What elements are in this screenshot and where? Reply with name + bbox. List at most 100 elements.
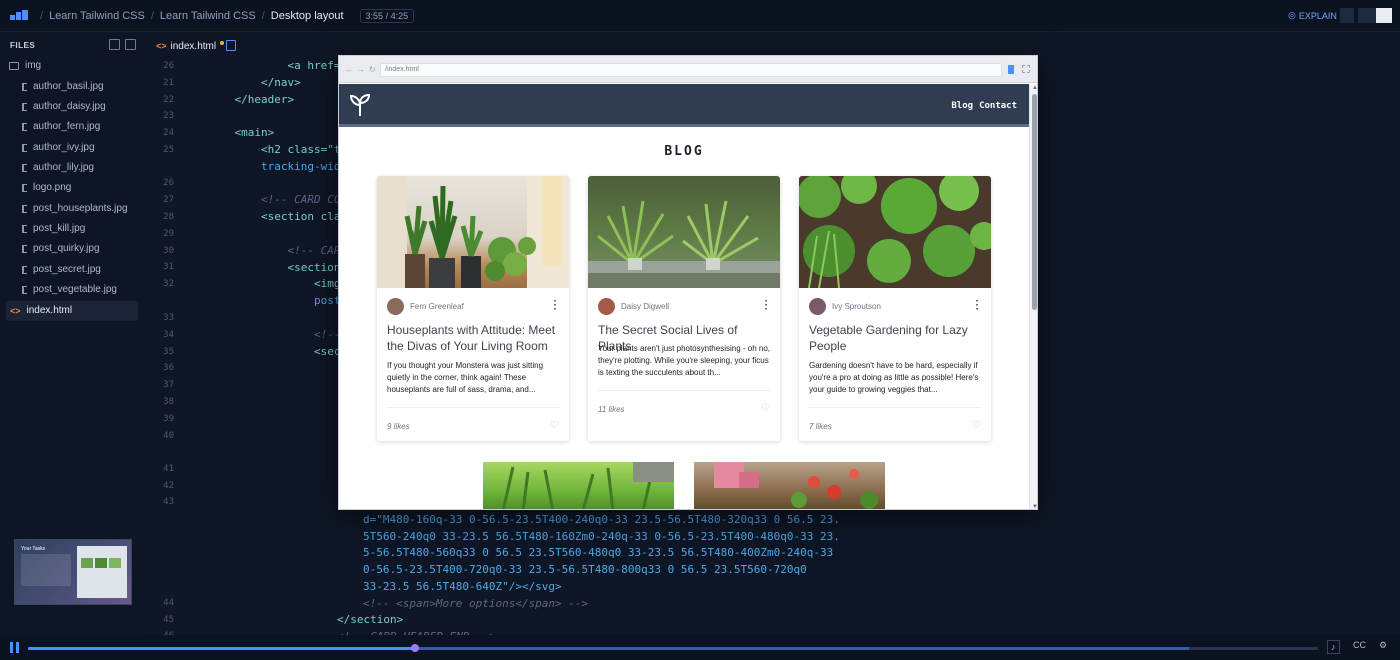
- line-number: 42: [163, 481, 174, 491]
- progress-knob[interactable]: [411, 644, 419, 652]
- line-number: 38: [163, 397, 174, 407]
- post-image-houseplants[interactable]: [377, 176, 569, 288]
- lesson-time: 3:55 / 4:25: [359, 9, 415, 23]
- breadcrumb-course[interactable]: Learn Tailwind CSS: [49, 10, 145, 22]
- pause-icon[interactable]: [10, 642, 20, 653]
- file-item[interactable]: author_fern.jpg: [22, 121, 100, 132]
- file-item[interactable]: author_basil.jpg: [22, 81, 104, 92]
- file-label: index.html: [26, 305, 73, 316]
- line-number: 39: [163, 414, 174, 424]
- bookmark-icon[interactable]: [1008, 65, 1014, 74]
- thumbnail-image: [95, 558, 107, 568]
- file-item[interactable]: post_kill.jpg: [22, 223, 85, 234]
- breadcrumb-separator: /: [150, 10, 154, 22]
- explain-button[interactable]: ◎ EXPLAIN: [1288, 10, 1337, 21]
- blog-card[interactable]: Daisy Digwell · · · The Secret Social Live…: [588, 176, 780, 441]
- line-number: 44: [163, 598, 174, 608]
- file-label: post_secret.jpg: [33, 264, 101, 275]
- tab-index-html[interactable]: <> index.html: [150, 37, 230, 55]
- new-tab-icon[interactable]: [226, 40, 236, 51]
- post-image-secret[interactable]: [588, 176, 780, 288]
- line-number: 43: [163, 497, 174, 507]
- file-item[interactable]: author_ivy.jpg: [22, 142, 95, 153]
- scrollbar-thumb[interactable]: [1032, 94, 1037, 310]
- line-number: 30: [163, 246, 174, 256]
- sprout-logo-icon[interactable]: [347, 92, 373, 118]
- file-label: post_kill.jpg: [33, 223, 86, 234]
- file-item[interactable]: logo.png: [22, 182, 71, 193]
- breadcrumb-module[interactable]: Learn Tailwind CSS: [160, 10, 256, 22]
- scroll-down-icon[interactable]: ▼: [1032, 504, 1037, 509]
- code-line: </section>: [337, 613, 404, 626]
- split-view-icon[interactable]: [1358, 8, 1376, 23]
- thumbnail-panel: [21, 554, 71, 586]
- image-file-icon: [22, 82, 27, 91]
- progress-track[interactable]: [28, 644, 1318, 652]
- code-line: <sec: [313, 345, 341, 358]
- thumbnail-title: Your Tasks: [21, 546, 46, 552]
- file-item[interactable]: post_secret.jpg: [22, 264, 101, 275]
- site-nav-links: Blog Contact: [951, 101, 1017, 111]
- image-file-icon: [22, 102, 27, 111]
- file-label: author_ivy.jpg: [33, 142, 95, 153]
- video-player-controls: ♪ CC ⚙: [0, 635, 1400, 660]
- image-file-icon: [22, 285, 27, 294]
- flowers-illustration: [714, 462, 878, 509]
- blog-card[interactable]: Fern Greenleaf · · · Houseplants with Atti…: [377, 176, 569, 441]
- preview-scrollbar[interactable]: ▲ ▼: [1029, 84, 1037, 509]
- file-item[interactable]: post_vegetable.jpg: [22, 284, 117, 295]
- file-label: author_daisy.jpg: [33, 101, 106, 112]
- post-title[interactable]: Houseplants with Attitude: Meet the Diva…: [387, 322, 563, 354]
- new-file-icon[interactable]: [109, 39, 120, 50]
- file-item[interactable]: author_daisy.jpg: [22, 101, 106, 112]
- code-line: <h2 class="t: [260, 143, 341, 156]
- file-item[interactable]: post_quirky.jpg: [22, 243, 100, 254]
- address-bar[interactable]: /index.html: [380, 63, 1002, 77]
- file-item[interactable]: author_lily.jpg: [22, 162, 94, 173]
- new-folder-icon[interactable]: [125, 39, 136, 50]
- file-label: post_vegetable.jpg: [33, 284, 117, 295]
- image-file-icon: [22, 143, 27, 152]
- code-comment: <!-- <span>More options</span> -->: [363, 597, 589, 610]
- file-label: author_fern.jpg: [33, 121, 101, 132]
- heart-icon[interactable]: ♡: [972, 420, 981, 431]
- scroll-up-icon[interactable]: ▲: [1032, 85, 1037, 91]
- blog-card[interactable]: Ivy Sproutson · · · Vegetable Gardening fo…: [799, 176, 991, 441]
- nav-link-blog[interactable]: Blog: [951, 101, 973, 111]
- thumbnail-page: [77, 546, 127, 598]
- post-image-vegetable[interactable]: [799, 176, 991, 288]
- code-line: <!-- CAR: [287, 244, 341, 257]
- grass-illustration: [501, 462, 674, 509]
- post-image-quirky[interactable]: [694, 462, 885, 509]
- captions-button[interactable]: CC: [1353, 640, 1366, 650]
- line-number: 28: [163, 212, 174, 222]
- preview-window[interactable]: ←→↻ /index.html Blog Contact ▲ ▼ BLOG Fe…: [338, 55, 1038, 510]
- post-image-kill[interactable]: [483, 462, 674, 509]
- layout-toggle-icon[interactable]: [1340, 8, 1354, 23]
- preview-view-icon[interactable]: [1376, 8, 1392, 23]
- more-options-icon[interactable]: · · ·: [976, 297, 979, 315]
- app-logo-icon[interactable]: [10, 10, 30, 22]
- more-options-icon[interactable]: · · ·: [765, 297, 768, 315]
- spider-plants-illustration: [588, 200, 780, 288]
- heart-icon[interactable]: ♡: [550, 420, 559, 431]
- more-options-icon[interactable]: · · ·: [554, 297, 557, 315]
- code-line: <section cla: [260, 210, 341, 223]
- image-file-icon: [22, 224, 27, 233]
- file-item[interactable]: post_houseplants.jpg: [22, 203, 128, 214]
- expand-icon[interactable]: [1022, 65, 1030, 73]
- breadcrumb-separator: /: [40, 10, 44, 22]
- settings-gear-icon[interactable]: ⚙: [1379, 640, 1387, 651]
- line-number: 29: [163, 229, 174, 239]
- nav-link-contact[interactable]: Contact: [979, 101, 1017, 111]
- file-item-index-html[interactable]: <> index.html: [10, 305, 72, 316]
- author-name: Fern Greenleaf: [410, 302, 464, 311]
- video-thumbnail[interactable]: Your Tasks: [14, 539, 132, 605]
- mute-icon[interactable]: ♪: [1327, 640, 1340, 654]
- browser-nav-icons[interactable]: ←→↻: [345, 65, 380, 74]
- folder-img[interactable]: img: [9, 60, 41, 71]
- heart-icon[interactable]: ♡: [761, 403, 770, 414]
- card-divider: [598, 390, 770, 391]
- post-title[interactable]: Vegetable Gardening for Lazy People: [809, 322, 985, 354]
- svg-path-line: 0-56.5-23.5T400-720q0-33 23.5-56.5T480-8…: [363, 563, 807, 576]
